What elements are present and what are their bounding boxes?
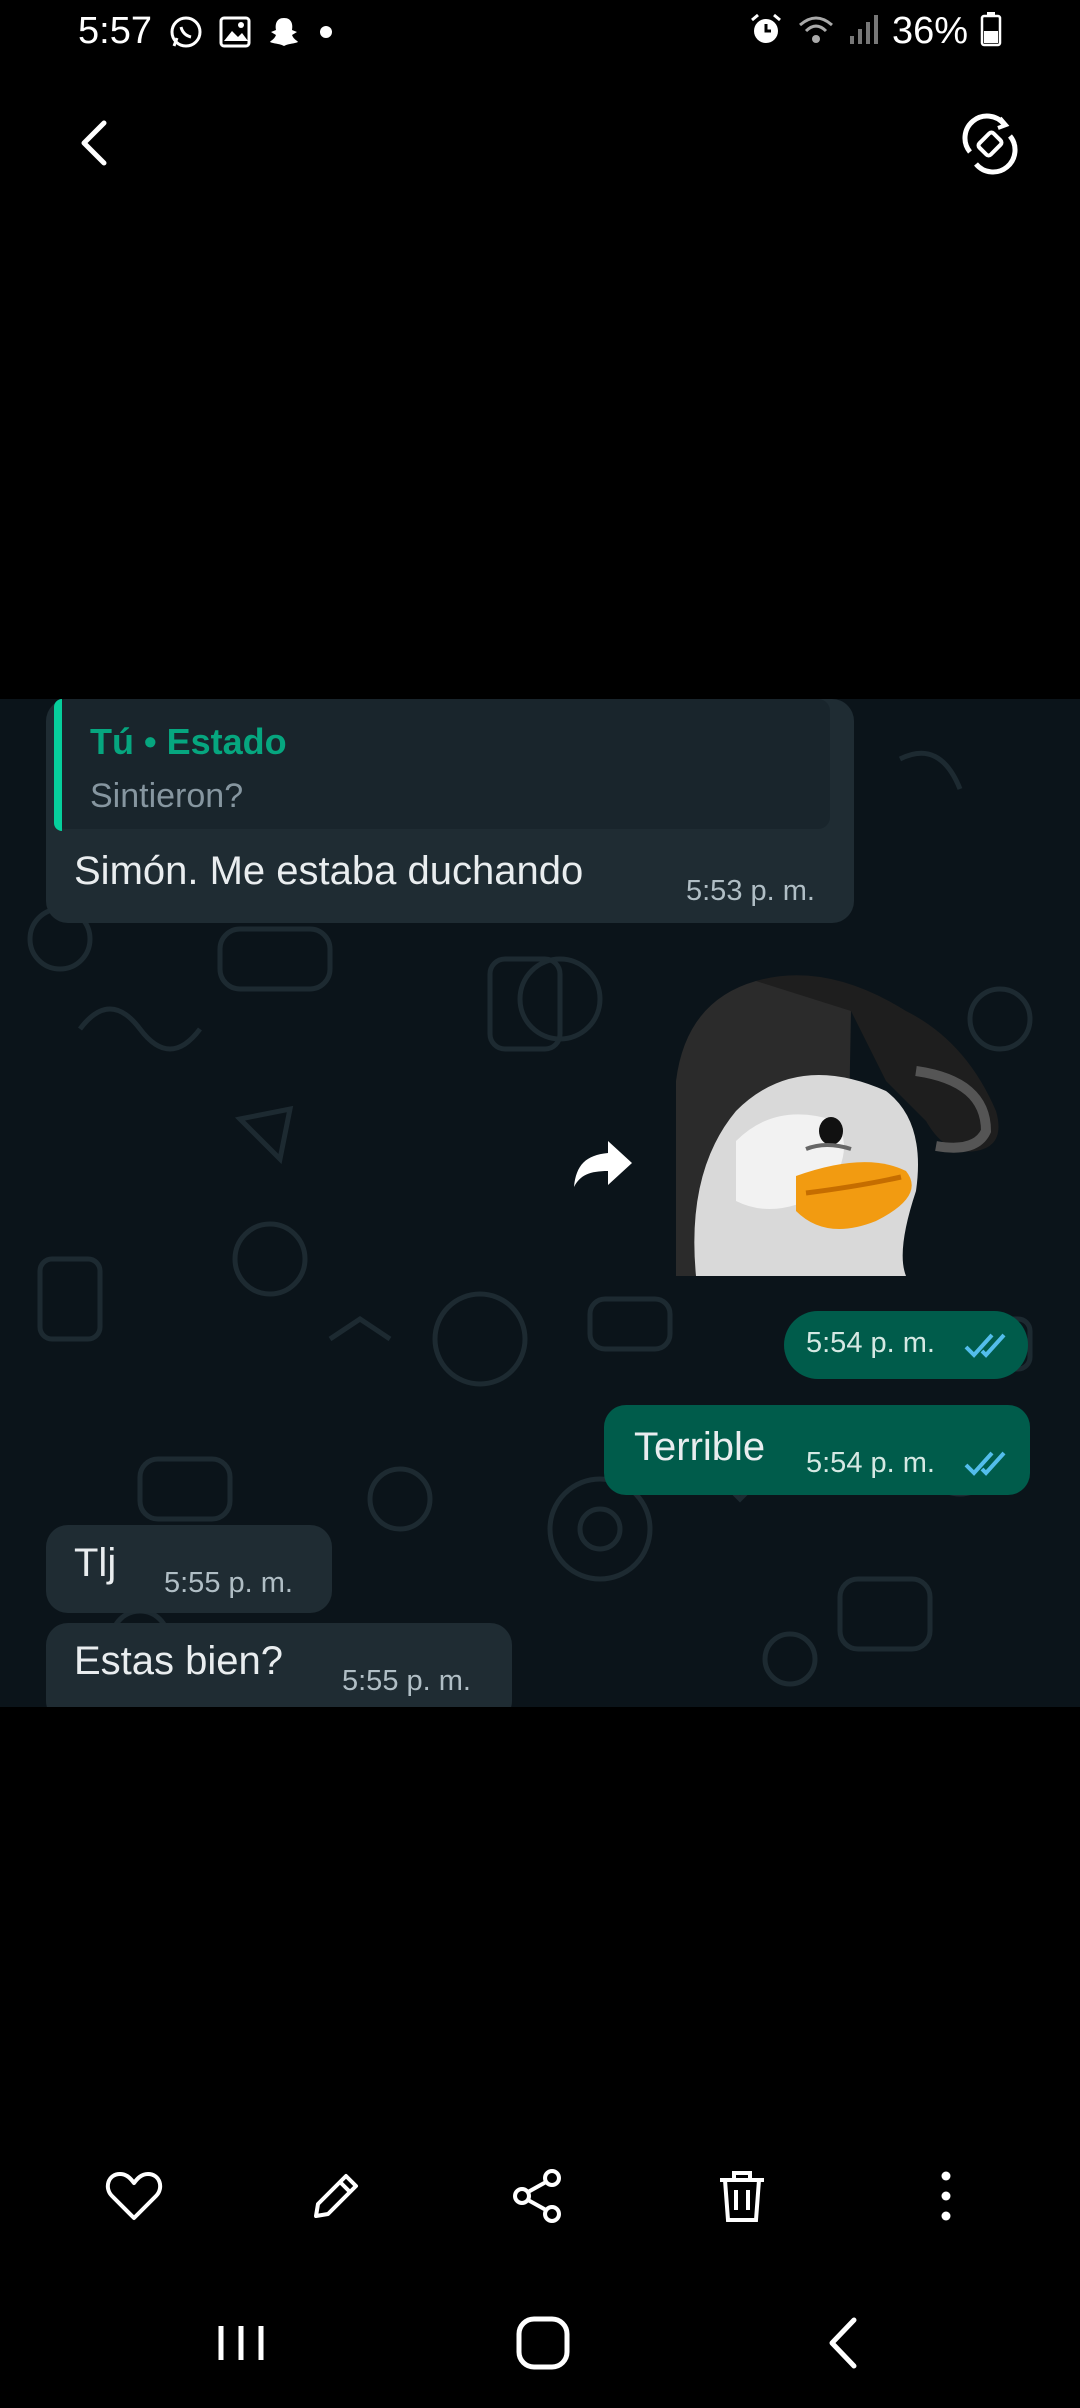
message-time: 5:54 p. m. — [806, 1447, 935, 1479]
incoming-message-bubble[interactable]: Tú • Estado Sintieron? Simón. Me estaba … — [46, 699, 854, 923]
signal-icon — [848, 12, 880, 51]
forward-icon — [574, 1141, 632, 1187]
delete-button[interactable] — [710, 2164, 774, 2228]
message-time: 5:55 p. m. — [164, 1567, 293, 1599]
share-button[interactable] — [506, 2164, 570, 2228]
rotate-button[interactable] — [958, 112, 1022, 176]
status-time: 5:57 — [78, 10, 152, 52]
forward-button[interactable] — [570, 1135, 636, 1191]
more-options-button[interactable] — [914, 2164, 978, 2228]
message-time: 5:55 p. m. — [342, 1665, 471, 1697]
nav-back-button[interactable] — [810, 2308, 880, 2378]
heart-icon — [105, 2172, 163, 2220]
read-receipt-icon — [964, 1451, 1006, 1476]
back-button[interactable] — [70, 115, 126, 171]
wifi-icon — [796, 11, 836, 52]
favorite-button[interactable] — [102, 2164, 166, 2228]
chevron-left-icon — [81, 120, 107, 166]
battery-icon — [980, 11, 1002, 52]
more-icon — [941, 2171, 951, 2221]
gallery-icon — [218, 15, 252, 54]
message-time: 5:54 p. m. — [806, 1327, 935, 1359]
trash-icon — [720, 2171, 764, 2222]
outgoing-message-bubble[interactable]: Terrible 5:54 p. m. — [604, 1405, 1030, 1495]
message-time: 5:53 p. m. — [686, 875, 815, 907]
quoted-reply[interactable]: Tú • Estado Sintieron? — [54, 699, 830, 831]
edit-icon — [314, 2174, 358, 2218]
recents-button[interactable] — [206, 2308, 276, 2378]
rotate-icon — [962, 113, 1018, 175]
battery-percent: 36% — [891, 10, 968, 52]
home-icon — [516, 2316, 570, 2370]
message-text: Terrible — [634, 1425, 766, 1469]
snapchat-icon — [266, 14, 302, 55]
quote-text: Sintieron? — [90, 777, 244, 815]
message-text: Simón. Me estaba duchando — [74, 849, 584, 893]
quote-author: Tú • Estado — [90, 721, 287, 762]
whatsapp-icon — [168, 14, 204, 55]
chat-screenshot-image[interactable]: Tú • Estado Sintieron? Simón. Me estaba … — [0, 699, 1080, 1707]
message-text: Estas bien? — [74, 1639, 284, 1683]
home-button[interactable] — [508, 2308, 578, 2378]
status-bar: 5:57 36% — [0, 0, 1080, 70]
message-text: Tlj — [74, 1541, 117, 1585]
recents-icon — [218, 2326, 264, 2360]
incoming-message-bubble[interactable]: Estas bien? 5:55 p. m. — [46, 1623, 512, 1707]
edit-button[interactable] — [304, 2164, 368, 2228]
sticker-time-bubble: 5:54 p. m. — [784, 1311, 1028, 1379]
penguin-sticker[interactable] — [676, 971, 1026, 1281]
penguin-sticker-image — [676, 975, 999, 1276]
alarm-icon — [748, 11, 784, 52]
back-icon — [829, 2317, 857, 2369]
incoming-message-bubble[interactable]: Tlj 5:55 p. m. — [46, 1525, 332, 1613]
share-icon — [513, 2169, 561, 2223]
dot-icon — [316, 22, 336, 47]
quote-accent-bar — [54, 699, 62, 831]
read-receipt-icon — [964, 1333, 1006, 1358]
